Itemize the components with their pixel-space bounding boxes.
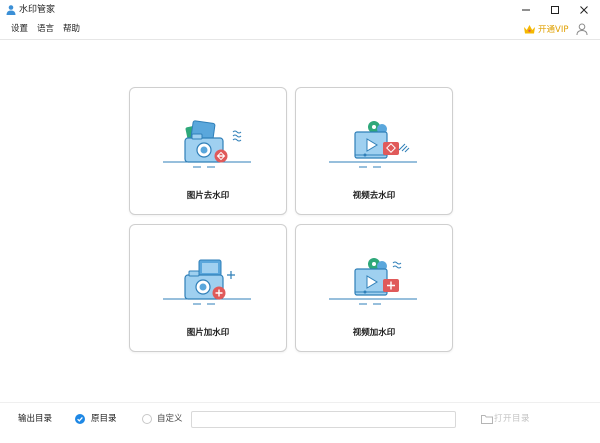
- radio-original-directory[interactable]: [75, 414, 85, 424]
- card-label: 图片去水印: [186, 191, 230, 201]
- output-path-input[interactable]: [191, 411, 456, 428]
- card-label: 图片加水印: [186, 328, 230, 338]
- menu-item-language[interactable]: 语言: [37, 23, 54, 35]
- card-image-remove-watermark[interactable]: 图片去水印: [129, 87, 287, 215]
- card-image-add-watermark[interactable]: 图片加水印: [129, 224, 287, 352]
- app-logo-icon: [6, 5, 16, 15]
- menu-item-help[interactable]: 帮助: [63, 23, 80, 35]
- vip-label: 开通VIP: [538, 24, 569, 35]
- video-add-icon: [329, 258, 417, 305]
- vip-button[interactable]: 开通VIP: [523, 23, 568, 36]
- menu-divider: [0, 39, 600, 40]
- crown-icon: [524, 25, 535, 34]
- video-remove-icon: [329, 121, 417, 168]
- open-directory-label[interactable]: 打开目录: [494, 413, 530, 425]
- minimize-button[interactable]: [515, 2, 537, 18]
- check-icon: [77, 416, 83, 422]
- radio-custom-directory[interactable]: [142, 414, 152, 424]
- user-icon[interactable]: [575, 22, 589, 36]
- maximize-button[interactable]: [544, 2, 566, 18]
- menu-bar: 设置 语言 帮助: [0, 20, 600, 38]
- minimize-icon: [522, 9, 530, 11]
- app-title: 水印管家: [19, 5, 56, 15]
- card-label: 视频去水印: [352, 191, 396, 201]
- maximize-icon: [551, 6, 559, 14]
- camera-remove-icon: [163, 120, 251, 168]
- radio-original-label[interactable]: 原目录: [91, 413, 117, 425]
- bottom-divider: [0, 402, 600, 403]
- radio-custom-label[interactable]: 自定义: [157, 413, 183, 425]
- close-icon: [580, 6, 588, 14]
- card-video-add-watermark[interactable]: 视频加水印: [295, 224, 453, 352]
- card-video-remove-watermark[interactable]: 视频去水印: [295, 87, 453, 215]
- card-label: 视频加水印: [352, 328, 396, 338]
- folder-icon[interactable]: [480, 412, 494, 426]
- title-bar: 水印管家: [0, 0, 600, 20]
- output-directory-label: 输出目录: [18, 414, 53, 424]
- close-button[interactable]: [573, 2, 595, 18]
- menu-item-settings[interactable]: 设置: [11, 23, 28, 35]
- camera-add-icon: [163, 259, 251, 305]
